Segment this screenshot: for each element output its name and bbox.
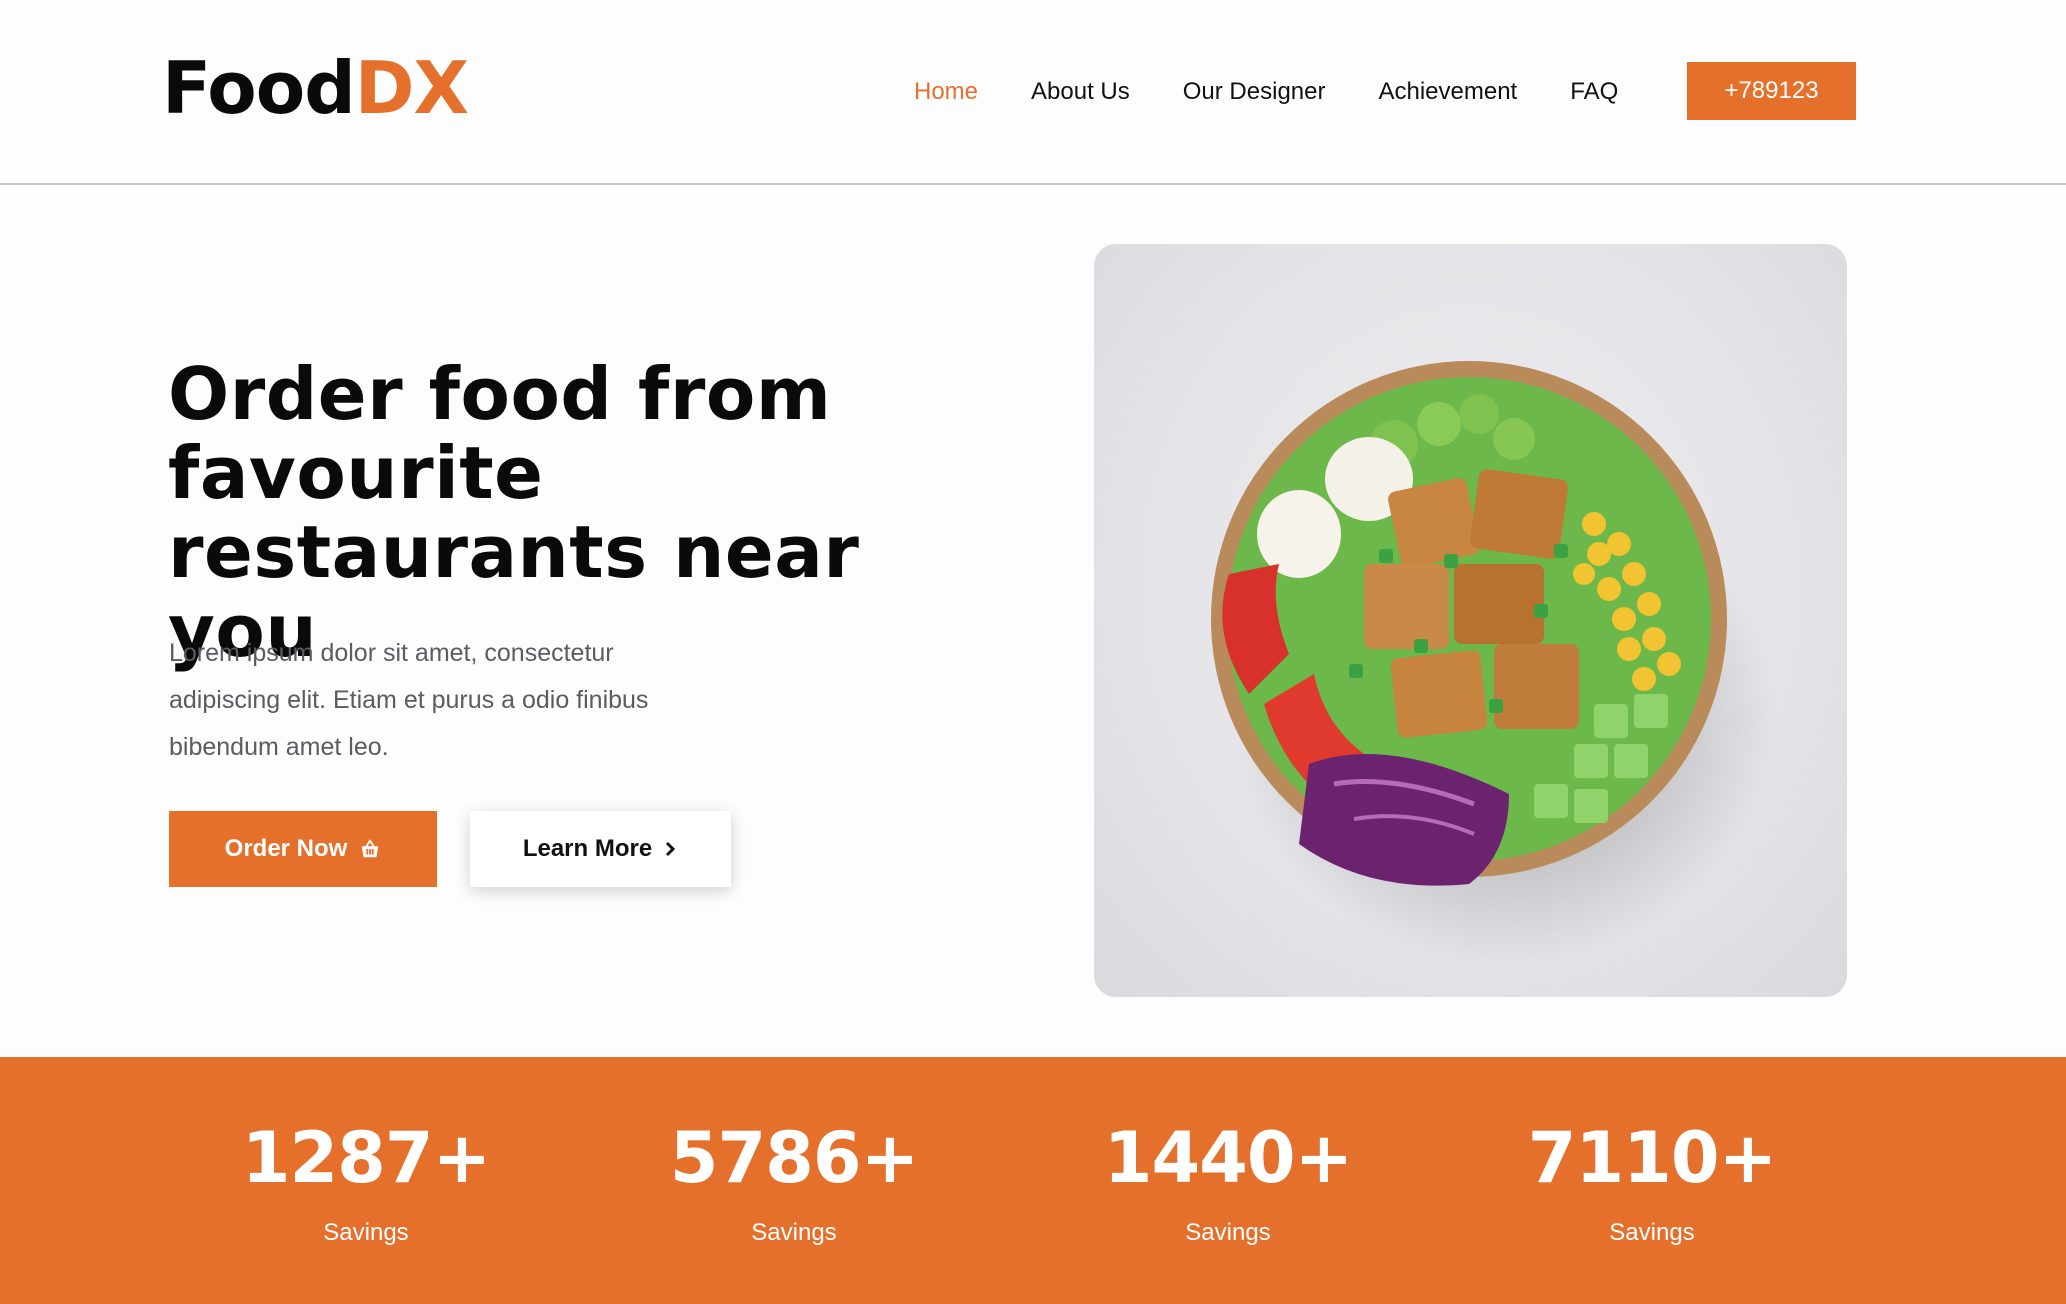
nav-item-home[interactable]: Home [914,77,978,107]
hero-food-image [1094,244,1847,997]
stat-label: Savings [323,1219,409,1246]
phone-button[interactable]: +789123 [1687,62,1856,120]
site-header: FoodDX Home About Us Our Designer Achiev… [0,0,2066,185]
brand-logo[interactable]: FoodDX [162,52,469,124]
stat-item: 7110+ Savings [1492,1123,1812,1247]
main-nav: Home About Us Our Designer Achievement F… [914,77,1671,107]
hero-description: Lorem ipsum dolor sit amet, consectetur … [169,639,649,761]
chevron-right-icon [666,841,676,857]
hero-title: Order food from favourite restaurants ne… [168,352,860,673]
stat-value: 1287+ [241,1117,491,1199]
learn-more-button[interactable]: Learn More [470,811,731,887]
basket-icon [362,839,379,858]
stats-banner: 1287+ Savings 5786+ Savings 1440+ Saving… [0,1057,2066,1304]
nav-item-about-us[interactable]: About Us [1031,77,1130,107]
salad-bowl-illustration [1211,361,1774,964]
nav-item-our-designer[interactable]: Our Designer [1183,77,1326,107]
stat-item: 5786+ Savings [634,1123,954,1247]
stat-value: 5786+ [669,1117,919,1199]
nav-item-achievement[interactable]: Achievement [1378,77,1517,107]
order-now-label: Order Now [224,835,348,862]
nav-item-faq[interactable]: FAQ [1570,77,1618,107]
stat-label: Savings [751,1219,837,1246]
stat-value: 7110+ [1527,1117,1777,1199]
stat-label: Savings [1609,1219,1695,1246]
learn-more-label: Learn More [522,835,653,862]
brand-name-dx: DX [354,46,469,130]
stat-item: 1440+ Savings [1068,1123,1388,1247]
order-now-button[interactable]: Order Now [169,811,437,887]
stat-item: 1287+ Savings [206,1123,526,1247]
stat-value: 1440+ [1103,1117,1353,1199]
brand-name-food: Food [162,46,356,130]
stat-label: Savings [1185,1219,1271,1246]
